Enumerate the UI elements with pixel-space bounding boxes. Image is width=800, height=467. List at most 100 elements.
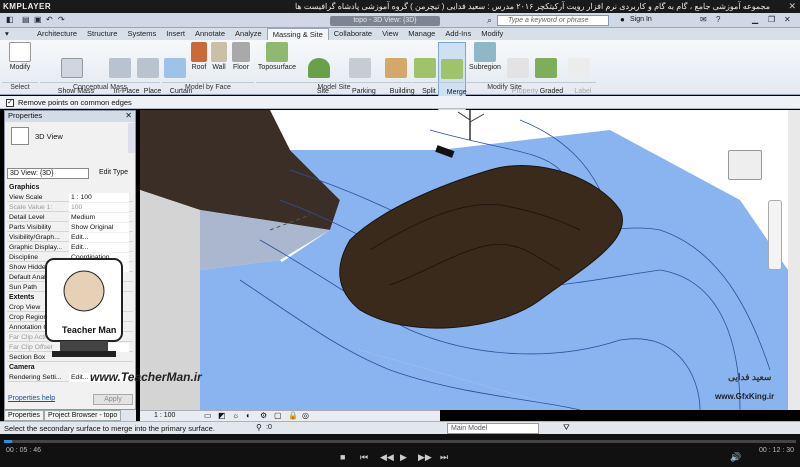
tab-modify[interactable]: Modify	[476, 28, 508, 40]
close-icon[interactable]: ✕	[125, 111, 132, 120]
property-row[interactable]: Visibility/Graph... Edit...	[7, 233, 133, 242]
tab-collaborate[interactable]: Collaborate	[329, 28, 377, 40]
tab-view[interactable]: View	[377, 28, 403, 40]
teacherman-logo	[45, 258, 123, 357]
type-name: 3D View	[35, 132, 63, 141]
detail-level-icon[interactable]: ▭	[204, 411, 212, 420]
navigation-bar[interactable]	[768, 200, 782, 270]
merge-surfaces-icon	[441, 59, 463, 79]
property-row[interactable]: Detail Level Medium	[7, 213, 133, 222]
volume-icon[interactable]: 🔊	[730, 452, 741, 463]
sign-in-link[interactable]: Sign In	[630, 16, 652, 23]
subregion-button[interactable]: Subregion	[468, 42, 502, 72]
remove-points-checkbox[interactable]: ✓	[6, 99, 14, 107]
viewcube-icon[interactable]	[728, 150, 762, 180]
label-contours-icon	[568, 58, 590, 78]
tab-analyze[interactable]: Analyze	[230, 28, 267, 40]
time-current: 00 : 05 : 46	[6, 447, 42, 454]
building-pad-icon	[385, 58, 407, 78]
visual-style-icon[interactable]: ◩	[218, 411, 226, 420]
property-value[interactable]: Show Original	[69, 223, 129, 232]
filter-icon[interactable]: ⚲	[256, 423, 262, 432]
previous-icon[interactable]: ⏮	[360, 452, 368, 463]
type-selector-scrollbar[interactable]	[128, 123, 135, 153]
property-row[interactable]: Parts Visibility Show Original	[7, 223, 133, 232]
house-icon	[11, 127, 29, 145]
forward-icon[interactable]: ▶▶	[418, 452, 432, 463]
exchange-apps-icon[interactable]: ✉	[700, 15, 707, 24]
tab-properties[interactable]: Properties	[4, 410, 44, 421]
property-value[interactable]: Edit...	[69, 243, 129, 252]
tab-structure[interactable]: Structure	[82, 28, 122, 40]
teacherman-url: www.TeacherMan.ir	[90, 370, 202, 384]
property-key: Discipline	[9, 254, 39, 261]
vertical-scrollbar[interactable]	[788, 110, 800, 410]
save-icon[interactable]: ▣	[34, 15, 42, 24]
active-workset-select[interactable]: Main Model	[447, 423, 539, 434]
editable-only-icon[interactable]: ⛛	[563, 423, 570, 433]
time-total: 00 : 12 : 30	[758, 447, 794, 454]
wall-button[interactable]: Wall	[210, 42, 228, 72]
apply-button[interactable]: Apply	[93, 394, 133, 405]
seek-bar[interactable]	[4, 440, 796, 443]
property-value[interactable]: 100	[69, 203, 129, 212]
crop-icon[interactable]: ▢	[274, 411, 282, 420]
mass-cube-icon	[61, 58, 83, 78]
property-value[interactable]: Edit...	[69, 233, 129, 242]
close-window-icon[interactable]: ✕	[784, 15, 791, 24]
panel-select-label[interactable]: Select	[2, 82, 38, 91]
edit-type-button[interactable]: Edit Type	[91, 168, 135, 179]
ribbon-tab-menu[interactable]: ▾	[0, 28, 32, 40]
app-menu-icon[interactable]: ◧	[6, 15, 14, 24]
search-input[interactable]: Type a keyword or phrase	[497, 15, 609, 26]
tab-project-browser[interactable]: Project Browser - topo	[44, 410, 122, 421]
player-close-icon[interactable]: ✕	[788, 1, 796, 12]
stop-icon[interactable]: ■	[340, 452, 345, 462]
tab-insert[interactable]: Insert	[161, 28, 190, 40]
property-key: Detail Level	[9, 214, 45, 221]
property-value[interactable]: Medium	[69, 213, 129, 222]
properties-help-link[interactable]: Properties help	[8, 395, 55, 402]
property-group[interactable]: Graphics	[7, 183, 133, 192]
property-value[interactable]: 1 : 100	[69, 193, 129, 202]
3d-viewport[interactable]	[140, 110, 788, 410]
panel-modify-site-label: Modify Site	[413, 82, 596, 91]
redo-icon[interactable]: ↷	[58, 15, 65, 24]
floor-button[interactable]: Floor	[230, 42, 252, 72]
shadows-icon[interactable]: ◐	[246, 411, 251, 420]
minimize-icon[interactable]: ▁	[752, 15, 758, 24]
help-icon[interactable]: ?	[716, 15, 720, 24]
property-key: Graphic Display...	[9, 244, 63, 251]
sun-path-icon[interactable]: ☼	[232, 411, 239, 420]
toposurface-button[interactable]: Toposurface	[256, 42, 298, 72]
binoculars-icon[interactable]: ⌕	[487, 15, 492, 26]
tab-annotate[interactable]: Annotate	[190, 28, 230, 40]
property-row[interactable]: Graphic Display... Edit...	[7, 243, 133, 252]
tab-architecture[interactable]: Architecture	[32, 28, 82, 40]
undo-icon[interactable]: ↶	[46, 15, 53, 24]
restore-icon[interactable]: ❐	[768, 15, 775, 24]
user-icon[interactable]: ●	[620, 15, 625, 24]
play-icon[interactable]: ▶	[400, 452, 407, 463]
seek-progress	[4, 440, 12, 443]
tab-massing-site[interactable]: Massing & Site	[266, 28, 329, 40]
property-line-icon	[507, 58, 529, 78]
player-title-text: مجموعه آموزشی جامع ، گام به گام و کاربرد…	[294, 2, 770, 11]
temporary-hide-icon[interactable]: ◎	[302, 411, 309, 420]
roof-icon	[191, 42, 207, 62]
tab-manage[interactable]: Manage	[403, 28, 440, 40]
roof-button[interactable]: Roof	[190, 42, 208, 72]
open-icon[interactable]: ▤	[22, 15, 30, 24]
tab-systems[interactable]: Systems	[122, 28, 161, 40]
next-icon[interactable]: ⏭	[440, 452, 448, 463]
subregion-icon	[474, 42, 496, 62]
property-row[interactable]: View Scale 1 : 100	[7, 193, 133, 202]
view-scale-button[interactable]: 1 : 100	[154, 412, 175, 419]
property-row[interactable]: Scale Value 1: 100	[7, 203, 133, 212]
lock-icon[interactable]: 🔒	[288, 411, 298, 420]
view-instance-select[interactable]: 3D View: {3D}	[7, 168, 89, 179]
render-icon[interactable]: ⚙	[260, 411, 267, 420]
modify-button[interactable]: Modify	[5, 42, 35, 72]
rewind-icon[interactable]: ◀◀	[380, 452, 394, 463]
tab-add-ins[interactable]: Add-Ins	[440, 28, 476, 40]
